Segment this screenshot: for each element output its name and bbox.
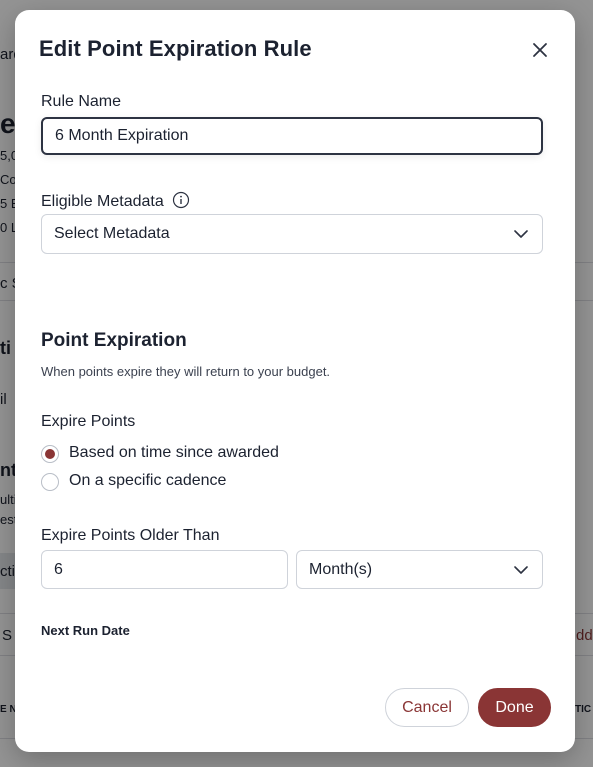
chevron-down-icon: [514, 230, 528, 238]
metadata-select-value: Select Metadata: [54, 225, 170, 242]
edit-rule-modal: Edit Point Expiration Rule Rule Name Eli…: [15, 10, 575, 752]
radio-button[interactable]: [41, 473, 59, 491]
done-button[interactable]: Done: [478, 688, 551, 727]
next-run-date-label: Next Run Date: [41, 623, 130, 638]
info-icon[interactable]: [172, 191, 190, 209]
older-than-label: Expire Points Older Than: [41, 527, 220, 544]
older-than-value-input[interactable]: [41, 550, 288, 589]
radio-button-selected[interactable]: [41, 445, 59, 463]
close-icon: [533, 43, 547, 57]
unit-select[interactable]: Month(s): [296, 550, 543, 589]
rule-name-input[interactable]: [41, 117, 543, 155]
cancel-button[interactable]: Cancel: [385, 688, 469, 727]
expire-points-label: Expire Points: [41, 413, 136, 430]
point-expiration-description: When points expire they will return to y…: [41, 364, 331, 379]
eligible-metadata-text: Eligible Metadata: [41, 193, 164, 210]
eligible-metadata-label: Eligible Metadata: [41, 191, 190, 211]
metadata-select[interactable]: Select Metadata: [41, 214, 543, 254]
chevron-down-icon: [514, 566, 528, 574]
radio-label: Based on time since awarded: [69, 444, 279, 461]
modal-title: Edit Point Expiration Rule: [39, 36, 312, 61]
radio-label: On a specific cadence: [69, 472, 227, 489]
close-button[interactable]: [528, 38, 552, 62]
point-expiration-title: Point Expiration: [41, 330, 187, 351]
unit-select-value: Month(s): [309, 561, 373, 578]
rule-name-label: Rule Name: [41, 93, 122, 110]
